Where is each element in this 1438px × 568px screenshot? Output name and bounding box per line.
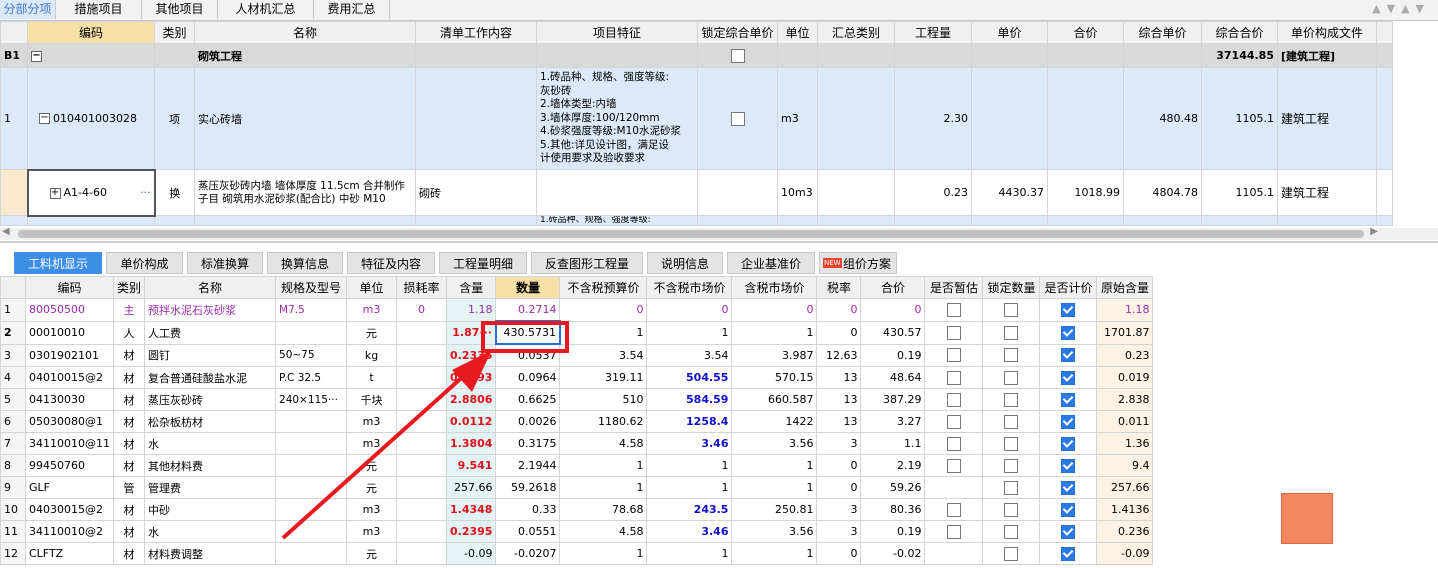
highlight-box bbox=[481, 321, 569, 353]
arrow-head-icon bbox=[452, 350, 492, 392]
orange-square-icon[interactable] bbox=[1281, 493, 1333, 544]
annotation-arrow bbox=[281, 370, 470, 540]
annotation-overlay bbox=[281, 321, 569, 540]
